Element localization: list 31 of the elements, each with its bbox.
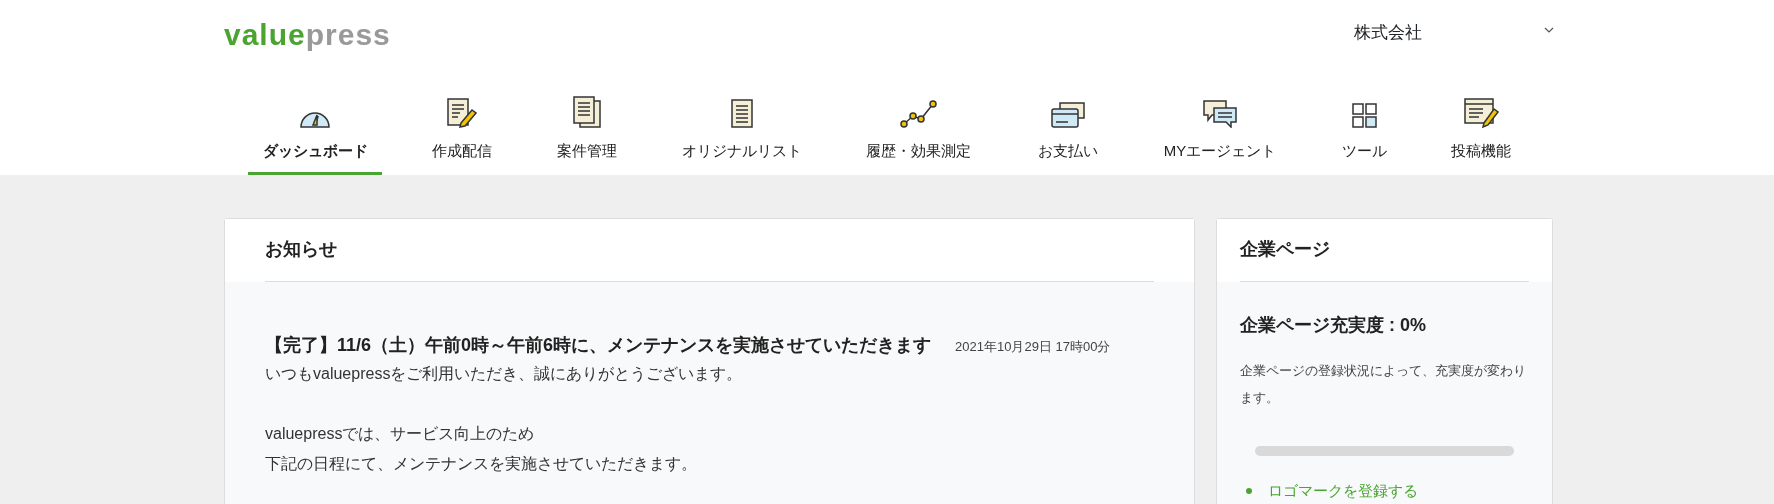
description-text: 企業ページの登録状況によって、充実度が変わります。: [1240, 361, 1527, 407]
card-title: 企業ページ: [1240, 219, 1529, 282]
nav-tab[interactable]: 作成配信: [382, 91, 542, 175]
notice-title-link[interactable]: 【完了】11/6（土）午前0時～午前6時に、メンテナンスを実施させていただきます: [265, 331, 932, 359]
list-icon: [731, 98, 753, 128]
nav-tab[interactable]: ツール: [1288, 91, 1440, 175]
logo: valuepress: [224, 20, 391, 53]
documents-icon: [573, 95, 601, 128]
window-pen-icon: [1463, 97, 1499, 128]
nav-tab[interactable]: 履歴・効果測定: [852, 91, 984, 175]
notice-text: 下記の日程にて、メンテナンスを実施させていただきます。: [265, 453, 698, 474]
bullet-icon: [1246, 487, 1252, 494]
document-pen-icon: [447, 97, 477, 128]
line-chart-icon: [899, 99, 937, 128]
grid-icon: [1351, 102, 1377, 128]
card-title: お知らせ: [265, 219, 1154, 282]
chat-bubbles-icon: [1203, 99, 1237, 128]
nav-tab[interactable]: 案件管理: [542, 91, 632, 175]
nav-tab[interactable]: ダッシュボード: [248, 91, 382, 175]
notice-text: valuepressでは、サービス向上のため: [265, 423, 536, 444]
nav-tab[interactable]: 投稿機能: [1440, 91, 1522, 175]
notice-text: いつもvaluepressをご利用いただき、誠にありがとうございます。: [265, 363, 744, 384]
credit-card-icon: [1051, 101, 1085, 128]
completion-label: 企業ページ充実度 : 0%: [1240, 313, 1427, 337]
chevron-down-icon: [1544, 26, 1554, 34]
nav-tab[interactable]: お支払い: [984, 91, 1152, 175]
notice-date: 2021年10月29日 17時00分: [955, 337, 1111, 356]
gauge-icon: [300, 111, 330, 128]
account-dropdown[interactable]: 株式会社: [1354, 20, 1554, 75]
nav-tab[interactable]: オリジナルリスト: [632, 91, 852, 175]
nav-tab[interactable]: MYエージェント: [1152, 91, 1288, 175]
